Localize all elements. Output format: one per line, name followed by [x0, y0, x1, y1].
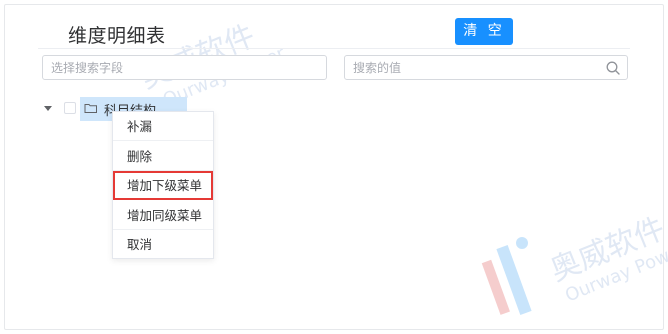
search-field-select[interactable] [42, 55, 327, 80]
caret-down-icon[interactable] [44, 106, 52, 111]
menu-item-delete[interactable]: 删除 [113, 142, 213, 171]
clear-button[interactable]: 清 空 [455, 18, 513, 45]
menu-item-cancel[interactable]: 取消 [113, 230, 213, 259]
search-field-input[interactable] [43, 56, 326, 79]
search-value-box[interactable] [344, 55, 628, 80]
header-divider [38, 48, 630, 49]
menu-item-add-sibling[interactable]: 增加同级菜单 [113, 201, 213, 230]
folder-icon [84, 104, 97, 113]
menu-item-add-child[interactable]: 增加下级菜单 [113, 171, 213, 200]
panel-frame [4, 4, 664, 330]
search-value-input[interactable] [345, 56, 627, 79]
tree-node-checkbox[interactable] [64, 102, 76, 114]
menu-item-fill[interactable]: 补漏 [113, 112, 213, 141]
search-icon[interactable] [605, 60, 621, 76]
page-title: 维度明细表 [68, 25, 166, 47]
context-menu: 补漏 删除 增加下级菜单 增加同级菜单 取消 [112, 111, 214, 259]
